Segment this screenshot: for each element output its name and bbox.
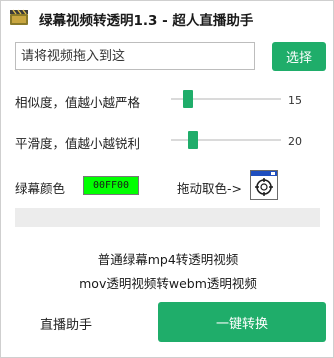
smoothness-slider[interactable]	[171, 131, 281, 149]
live-assistant-button[interactable]: 直播助手	[15, 304, 117, 342]
smoothness-value: 20	[288, 135, 302, 148]
video-path-input[interactable]	[15, 42, 255, 70]
mov-to-webm-option[interactable]: mov透明视频转webm透明视频	[1, 273, 334, 292]
key-color-swatch[interactable]: 00FF00	[83, 176, 139, 195]
title-bar: 绿幕视频转透明1.3 - 超人直播助手	[1, 1, 333, 35]
color-picker-button[interactable]	[250, 170, 278, 200]
convert-button[interactable]: 一键转换	[158, 302, 326, 342]
similarity-value: 15	[288, 94, 302, 107]
similarity-label: 相似度，值越小越严格	[15, 95, 141, 110]
picker-label: 拖动取色->	[177, 181, 242, 196]
conversion-progress-bar	[15, 208, 320, 227]
film-clapper-icon	[9, 9, 29, 26]
app-window: 绿幕视频转透明1.3 - 超人直播助手 选择 相似度，值越小越严格 15 平滑度…	[0, 0, 334, 358]
eyedropper-target-icon	[251, 171, 277, 196]
similarity-slider-thumb[interactable]	[182, 90, 193, 108]
smoothness-label: 平滑度，值越小越锐利	[15, 136, 141, 151]
browse-button[interactable]: 选择	[272, 42, 326, 71]
similarity-slider[interactable]	[171, 90, 281, 108]
window-title: 绿幕视频转透明1.3 - 超人直播助手	[39, 13, 254, 29]
key-color-label: 绿幕颜色	[15, 181, 66, 196]
smoothness-slider-thumb[interactable]	[188, 131, 198, 149]
mp4-to-transparent-option[interactable]: 普通绿幕mp4转透明视频	[1, 249, 334, 268]
